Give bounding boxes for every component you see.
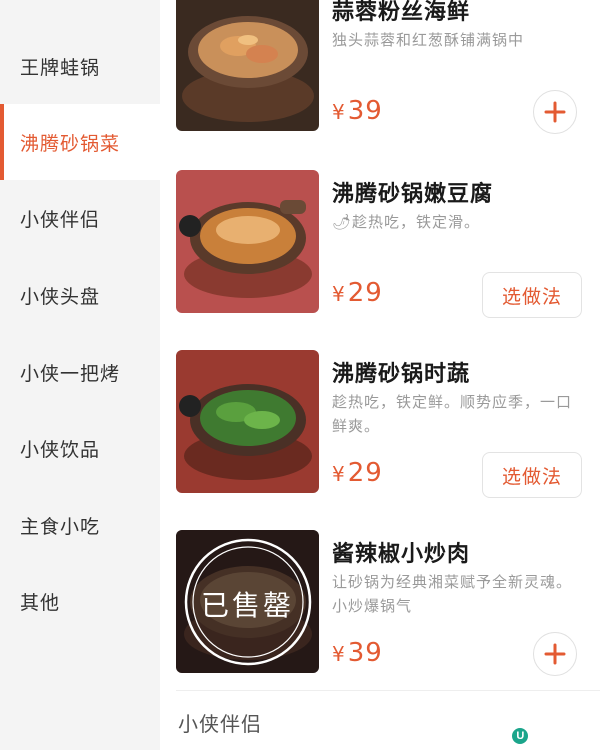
sidebar-item-qita[interactable]: 其他 (0, 563, 160, 639)
community-logo-icon: U (512, 728, 529, 744)
plus-icon (544, 101, 566, 123)
sidebar-item-xiaoxia-toupan[interactable]: 小侠头盘 (0, 257, 160, 333)
dish-title: 酱辣椒小炒肉 (332, 542, 471, 567)
section-header: 小侠伴侣 (178, 712, 262, 736)
dish-image[interactable] (176, 0, 319, 131)
section-divider (176, 690, 600, 691)
dish-card[interactable]: 已售罄 酱辣椒小炒肉 让砂锅为经典湘菜赋予全新灵魂。小炒爆锅气 ¥39 (160, 530, 600, 680)
chili-pepper-icon: 🌶 (332, 213, 353, 231)
category-sidebar: 王牌蛙锅 沸腾砂锅菜 小侠伴侣 小侠头盘 小侠一把烤 小侠饮品 主食小吃 其他 (0, 0, 160, 750)
dish-description: 让砂锅为经典湘菜赋予全新灵魂。小炒爆锅气 (332, 573, 573, 615)
dish-price: ¥29 (332, 458, 383, 488)
dish-list: 蒜蓉粉丝海鲜 独头蒜蓉和红葱酥铺满锅中 ¥39 沸腾砂锅嫩豆腐 🌶趁热吃，铁定滑… (160, 0, 600, 750)
dish-description: 独头蒜蓉和红葱酥铺满锅中 (332, 31, 525, 49)
dish-card[interactable]: 沸腾砂锅时蔬 趁热吃，铁定鲜。顺势应季，一口鲜爽。 ¥29 选做法 (160, 350, 600, 500)
choose-method-button[interactable]: 选做法 (482, 452, 582, 498)
dish-image[interactable]: 已售罄 (176, 530, 319, 673)
sidebar-item-xiaoxia-yinpin[interactable]: 小侠饮品 (0, 410, 160, 486)
dish-description: 趁热吃，铁定鲜。顺势应季，一口鲜爽。 (332, 393, 573, 435)
dish-image[interactable] (176, 170, 319, 313)
dish-card[interactable]: 蒜蓉粉丝海鲜 独头蒜蓉和红葱酥铺满锅中 ¥39 (160, 0, 600, 138)
sidebar-item-xiaoxia-yibakao[interactable]: 小侠一把烤 (0, 334, 160, 410)
sidebar-item-zhushi-xiaochi[interactable]: 主食小吃 (0, 487, 160, 563)
choose-method-button[interactable]: 选做法 (482, 272, 582, 318)
dish-price: ¥39 (332, 96, 383, 126)
dish-title: 沸腾砂锅时蔬 (332, 362, 471, 387)
dish-price: ¥29 (332, 278, 383, 308)
sold-out-stamp: 已售罄 (200, 589, 294, 622)
add-to-cart-button[interactable] (533, 90, 577, 134)
add-to-cart-button[interactable] (533, 632, 577, 676)
sidebar-item-feiteng-shaguo[interactable]: 沸腾砂锅菜 (0, 104, 160, 180)
watermark-text: Community (531, 729, 592, 743)
dish-description: 🌶趁热吃，铁定滑。 (332, 213, 481, 231)
dish-title: 沸腾砂锅嫩豆腐 (332, 182, 494, 207)
plus-icon (544, 643, 566, 665)
dish-image[interactable] (176, 350, 319, 493)
dish-price: ¥39 (332, 638, 383, 668)
watermark: U Community (512, 728, 592, 744)
dish-title: 蒜蓉粉丝海鲜 (332, 0, 471, 25)
sidebar-item-xiaoxia-banlv[interactable]: 小侠伴侣 (0, 180, 160, 256)
sidebar-item-wangpai-wa-guo[interactable]: 王牌蛙锅 (0, 28, 160, 104)
dish-card[interactable]: 沸腾砂锅嫩豆腐 🌶趁热吃，铁定滑。 ¥29 选做法 (160, 170, 600, 320)
